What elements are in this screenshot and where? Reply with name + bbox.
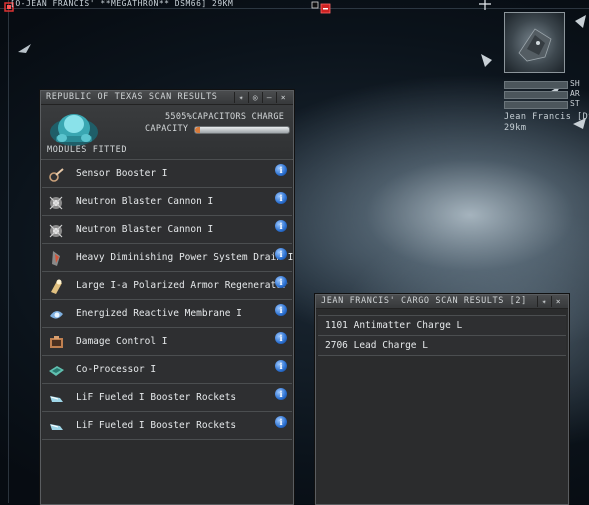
info-icon[interactable]: i <box>275 220 287 232</box>
module-row[interactable]: Neutron Blaster Cannon I i <box>42 216 292 244</box>
module-label: Damage Control I <box>76 336 168 347</box>
ship-scan-titlebar[interactable]: REPUBLIC OF TEXAS SCAN RESULTS ✴ ◎ – × <box>41 91 293 105</box>
module-row[interactable]: Neutron Blaster Cannon I i <box>42 188 292 216</box>
scan-header: 5505%CAPACITORS CHARGE CAPACITY MODULES … <box>41 105 293 160</box>
capacitor-bar <box>194 126 290 134</box>
capacitor-charge-text: 5505%CAPACITORS CHARGE <box>165 112 285 122</box>
reactive-membrane-icon <box>50 310 63 319</box>
capacitor-bar-cap <box>195 127 200 133</box>
target-name: Jean Francis [DSM66] <box>504 112 589 122</box>
hud-grid-line <box>8 0 9 503</box>
info-icon[interactable]: i <box>275 332 287 344</box>
module-row[interactable]: Energized Reactive Membrane I i <box>42 300 292 328</box>
minimize-button[interactable]: – <box>262 92 276 103</box>
cargo-scan-window[interactable]: JEAN FRANCIS' CARGO SCAN RESULTS [2] ✴ ×… <box>315 294 569 505</box>
crosshair-icon <box>479 0 491 10</box>
module-row[interactable]: LiF Fueled I Booster Rockets i <box>42 412 292 440</box>
module-label: LiF Fueled I Booster Rockets <box>76 420 237 431</box>
module-label: Heavy Diminishing Power System Drain I <box>76 252 294 263</box>
co-processor-icon <box>49 366 64 376</box>
info-icon[interactable]: i <box>275 388 287 400</box>
cargo-list[interactable]: 1101 Antimatter Charge L 2706 Lead Charg… <box>318 315 566 356</box>
armor-repairer-icon <box>51 279 62 294</box>
module-label: Energized Reactive Membrane I <box>76 308 242 319</box>
module-row[interactable]: Heavy Diminishing Power System Drain I i <box>42 244 294 272</box>
module-label: Neutron Blaster Cannon I <box>76 196 214 207</box>
module-label: Neutron Blaster Cannon I <box>76 224 214 235</box>
options-button[interactable]: ◎ <box>248 92 262 103</box>
hostile-marker-icon[interactable] <box>311 1 331 17</box>
armor-bar <box>504 91 568 99</box>
close-button[interactable]: × <box>551 296 565 307</box>
modules-fitted-label: MODULES FITTED <box>47 145 128 155</box>
target-bars: SH AR ST <box>504 79 589 109</box>
sensor-booster-icon <box>49 168 64 182</box>
info-icon[interactable]: i <box>275 304 287 316</box>
blaster-cannon-icon <box>49 196 63 210</box>
structure-bar-label: ST <box>570 99 580 108</box>
cargo-item-row[interactable]: 1101 Antimatter Charge L <box>318 316 566 336</box>
module-row[interactable]: Co-Processor I i <box>42 356 292 384</box>
info-icon[interactable]: i <box>275 360 287 372</box>
module-label: Co-Processor I <box>76 364 157 375</box>
hud-grid-line <box>0 8 589 9</box>
module-row[interactable]: LiF Fueled I Booster Rockets i <box>42 384 292 412</box>
armor-bar-label: AR <box>570 89 580 98</box>
booster-rockets-icon <box>50 424 63 430</box>
ship-icon <box>518 28 552 62</box>
target-distance: 29km <box>504 123 527 133</box>
module-list[interactable]: Sensor Booster I i Neutron Blaster Canno… <box>42 159 294 440</box>
damage-control-icon <box>50 336 63 348</box>
target-portrait[interactable] <box>504 12 565 73</box>
info-icon[interactable]: i <box>275 192 287 204</box>
pin-button[interactable]: ✴ <box>537 296 551 307</box>
cargo-scan-title: JEAN FRANCIS' CARGO SCAN RESULTS [2] <box>321 296 527 306</box>
module-row[interactable]: Large I-a Polarized Armor Regenerator i <box>42 272 292 300</box>
overview-target-label[interactable]: [O-JEAN FRANCIS' **MEGATHRON** DSM66] 29… <box>10 0 233 8</box>
cargo-item-row[interactable]: 2706 Lead Charge L <box>318 336 566 356</box>
module-label: Sensor Booster I <box>76 168 168 179</box>
capacity-label: CAPACITY <box>145 124 189 134</box>
module-row[interactable]: Damage Control I i <box>42 328 292 356</box>
module-row[interactable]: Sensor Booster I i <box>42 160 292 188</box>
ship-scan-window[interactable]: REPUBLIC OF TEXAS SCAN RESULTS ✴ ◎ – × 5… <box>40 90 294 505</box>
cargo-scan-titlebar[interactable]: JEAN FRANCIS' CARGO SCAN RESULTS [2] ✴ × <box>316 295 568 309</box>
booster-rockets-icon <box>50 396 63 402</box>
pin-button[interactable]: ✴ <box>234 92 248 103</box>
info-icon[interactable]: i <box>275 164 287 176</box>
direction-arrow-icon <box>481 54 492 67</box>
close-button[interactable]: × <box>276 92 290 103</box>
shield-bar <box>504 81 568 89</box>
module-label: Large I-a Polarized Armor Regenerator <box>76 280 288 291</box>
direction-arrow-icon <box>575 15 586 28</box>
scanned-ship-icon <box>50 114 98 146</box>
shield-bar-label: SH <box>570 79 580 88</box>
ship-scan-title: REPUBLIC OF TEXAS SCAN RESULTS <box>46 92 218 102</box>
structure-bar <box>504 101 568 109</box>
power-drain-icon <box>52 251 60 266</box>
info-icon[interactable]: i <box>275 276 287 288</box>
blaster-cannon-icon <box>49 224 63 238</box>
info-icon[interactable]: i <box>275 416 287 428</box>
info-icon[interactable]: i <box>275 248 287 260</box>
direction-arrow-icon <box>18 44 31 53</box>
module-label: LiF Fueled I Booster Rockets <box>76 392 237 403</box>
